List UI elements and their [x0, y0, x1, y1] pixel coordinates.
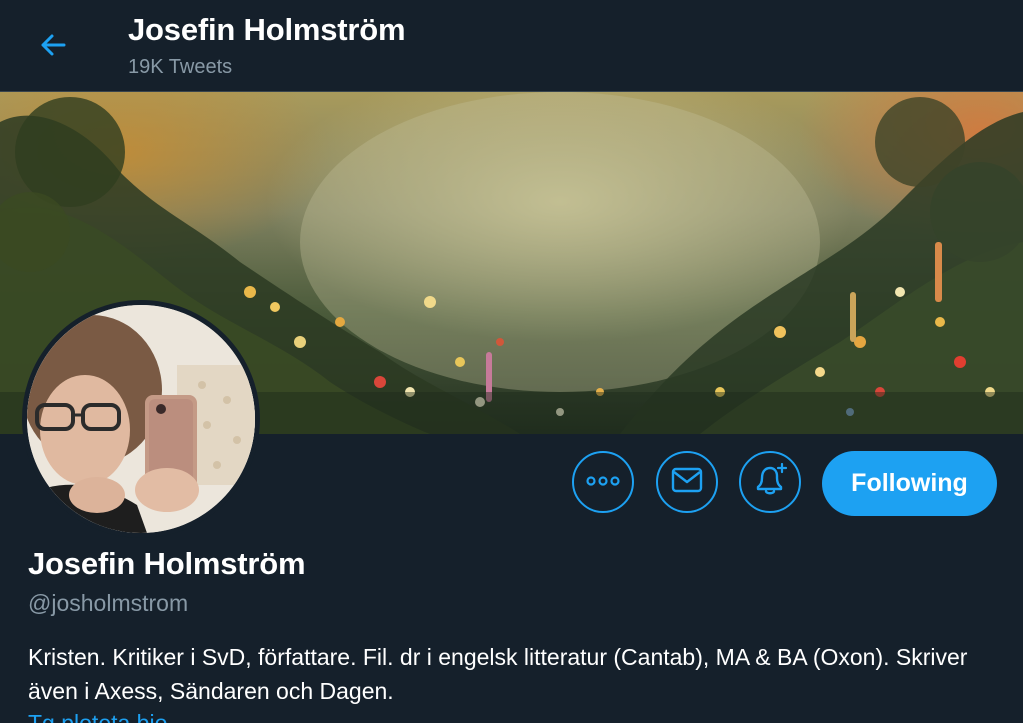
profile-header: Josefin Holmström 19K Tweets: [0, 0, 1023, 92]
message-button[interactable]: [656, 451, 718, 513]
bell-plus-icon: [752, 462, 788, 502]
following-button[interactable]: Following: [822, 451, 997, 516]
more-dots-icon: [586, 473, 620, 491]
profile-name: Josefin Holmström: [28, 546, 306, 581]
profile-page: Josefin Holmström 19K Tweets Following J…: [0, 0, 1023, 723]
header-title: Josefin Holmström: [128, 12, 406, 47]
back-button[interactable]: [30, 24, 76, 70]
avatar[interactable]: [22, 300, 260, 538]
avatar-photo: [27, 305, 255, 533]
notify-button[interactable]: [739, 451, 801, 513]
more-button[interactable]: [572, 451, 634, 513]
tweet-count: 19K Tweets: [128, 56, 233, 78]
arrow-left-icon: [38, 30, 68, 65]
profile-link[interactable]: Tg.ploteta.bio: [28, 710, 167, 723]
envelope-icon: [671, 467, 703, 498]
profile-bio: Kristen. Kritiker i SvD, författare. Fil…: [28, 644, 968, 704]
profile-handle: @josholmstrom: [28, 590, 189, 616]
